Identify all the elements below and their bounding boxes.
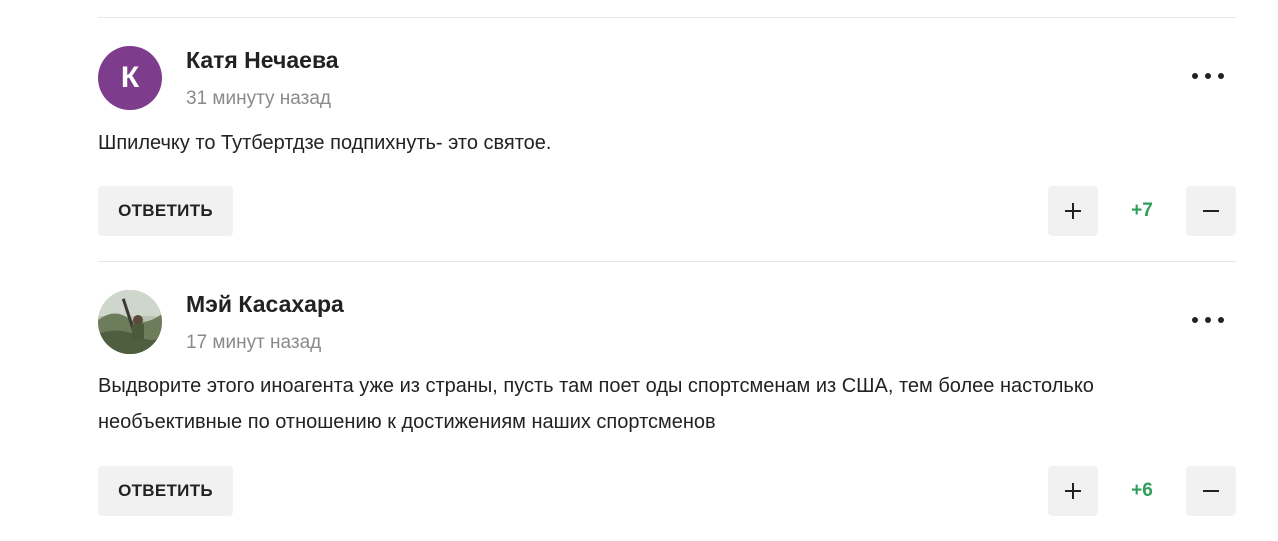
minus-icon — [1203, 490, 1219, 492]
avatar[interactable]: К — [98, 46, 162, 110]
avatar-letter: К — [120, 61, 140, 94]
more-dots-icon[interactable] — [1192, 309, 1226, 329]
more-dots-icon[interactable] — [1192, 65, 1226, 85]
comment-score: +7 — [1131, 200, 1153, 221]
plus-icon — [1065, 203, 1081, 219]
downvote-button[interactable] — [1186, 466, 1236, 516]
avatar-photo — [98, 290, 162, 354]
comment-author[interactable]: Мэй Касахара — [186, 291, 344, 318]
comment-text: Шпилечку то Тутбертдзе подпихнуть- это с… — [98, 132, 552, 154]
comment-item: К Катя Нечаева 31 минуту назад Шпилечку … — [98, 17, 1238, 261]
upvote-button[interactable] — [1048, 466, 1098, 516]
comment-author[interactable]: Катя Нечаева — [186, 47, 339, 74]
comment-item: Мэй Касахара 17 минут назад Выдворите эт… — [98, 261, 1238, 541]
comment-time: 17 минут назад — [186, 332, 322, 353]
reply-button[interactable]: ОТВЕТИТЬ — [98, 466, 233, 516]
plus-icon — [1065, 483, 1081, 499]
minus-icon — [1203, 210, 1219, 212]
reply-button[interactable]: ОТВЕТИТЬ — [98, 186, 233, 236]
comment-score: +6 — [1131, 480, 1153, 501]
downvote-button[interactable] — [1186, 186, 1236, 236]
upvote-button[interactable] — [1048, 186, 1098, 236]
comment-time: 31 минуту назад — [186, 88, 331, 109]
avatar[interactable] — [98, 290, 162, 354]
comment-text: Выдворите этого иноагента уже из страны,… — [98, 375, 1094, 433]
